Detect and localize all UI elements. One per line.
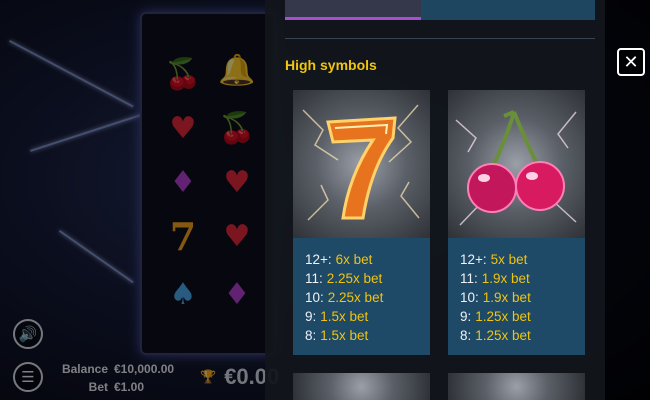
payout-count: 8: — [460, 328, 472, 343]
payout-value: 1.25x bet — [475, 328, 531, 343]
payout-row: 10: 2.25x bet — [305, 288, 383, 307]
close-button[interactable]: ✕ — [617, 48, 645, 76]
payout-row: 8: 1.5x bet — [305, 326, 383, 345]
payout-row: 11: 2.25x bet — [305, 269, 383, 288]
payout-value: 6x bet — [335, 252, 373, 267]
symbol-card-cherry: 12+: 5x bet 11: 1.9x bet 10: 1.9x bet 9: 1.2… — [448, 90, 585, 355]
next-symbol-image — [448, 373, 585, 400]
payout-value: 1.9x bet — [482, 290, 531, 305]
next-symbol-image — [293, 373, 430, 400]
payout-value: 1.5x bet — [320, 328, 369, 343]
payout-value: 2.25x bet — [326, 271, 383, 286]
payout-row: 12+: 5x bet — [460, 250, 531, 269]
payout-value: 1.5x bet — [320, 309, 369, 324]
paytable-panel[interactable]: High symbols 12+: 6x bet 11: 2.25x bet 10:… — [265, 0, 605, 400]
previous-symbol-card — [285, 0, 421, 20]
close-icon: ✕ — [623, 51, 639, 73]
symbol-card-seven: 12+: 6x bet 11: 2.25x bet 10: 2.25x bet 9: 1… — [293, 90, 430, 355]
payout-list: 12+: 6x bet 11: 2.25x bet 10: 2.25x bet 9: 1… — [305, 250, 383, 345]
payout-count: 10: — [460, 290, 479, 305]
section-divider — [285, 38, 595, 39]
section-title: High symbols — [285, 57, 377, 73]
payout-count: 11: — [460, 271, 478, 286]
symbol-card-next — [293, 373, 430, 400]
payout-value: 1.25x bet — [475, 309, 531, 324]
payout-value: 1.9x bet — [481, 271, 530, 286]
payout-count: 9: — [305, 309, 317, 324]
payout-count: 11: — [305, 271, 323, 286]
symbol-card-next — [448, 373, 585, 400]
payout-row: 11: 1.9x bet — [460, 269, 531, 288]
payout-list: 12+: 5x bet 11: 1.9x bet 10: 1.9x bet 9: 1.2… — [460, 250, 531, 345]
payout-row: 8: 1.25x bet — [460, 326, 531, 345]
payout-row: 9: 1.5x bet — [305, 307, 383, 326]
payout-count: 10: — [305, 290, 324, 305]
seven-symbol-image — [293, 90, 430, 238]
payout-count: 12+: — [460, 252, 487, 267]
cherry-symbol-image — [448, 90, 585, 238]
payout-row: 12+: 6x bet — [305, 250, 383, 269]
payout-row: 9: 1.25x bet — [460, 307, 531, 326]
payout-value: 2.25x bet — [327, 290, 384, 305]
payout-count: 12+: — [305, 252, 332, 267]
payout-row: 10: 1.9x bet — [460, 288, 531, 307]
payout-value: 5x bet — [490, 252, 528, 267]
payout-count: 8: — [305, 328, 317, 343]
payout-count: 9: — [460, 309, 472, 324]
